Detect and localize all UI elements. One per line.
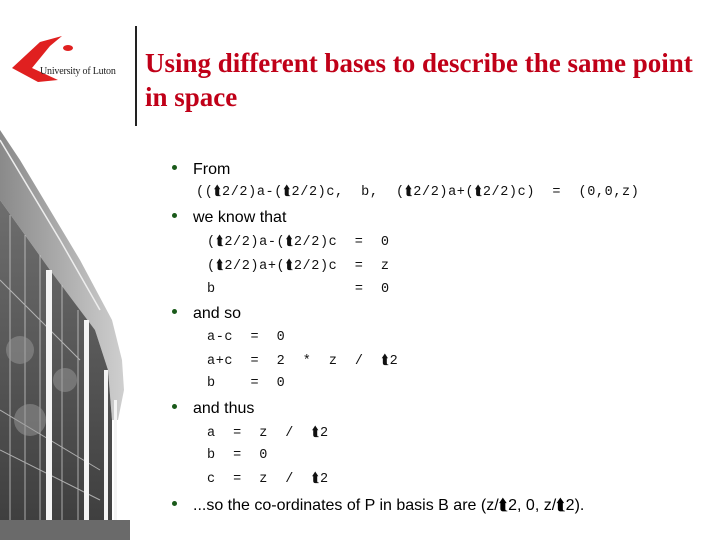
- bullet-icon: [172, 404, 177, 410]
- bullet-text: ...so the co-ordinates of P in basis B a…: [193, 497, 585, 514]
- bullet-item: From: [172, 161, 230, 179]
- equation-line: (⮬2/2)a-(⮬2/2)c = 0: [207, 235, 390, 250]
- bullet-item: ...so the co-ordinates of P in basis B a…: [172, 497, 584, 515]
- bullet-item: we know that: [172, 209, 286, 227]
- bullet-text: we know that: [193, 209, 287, 226]
- equation-line: a+c = 2 * z / ⮬2: [207, 354, 399, 369]
- bullet-text: and so: [193, 305, 242, 322]
- slide-content: From ((⮬2/2)a-(⮬2/2)c, b, (⮬2/2)a+(⮬2/2)…: [0, 0, 720, 540]
- equation-line: a = z / ⮬2: [207, 426, 329, 441]
- equation-line: ((⮬2/2)a-(⮬2/2)c, b, (⮬2/2)a+(⮬2/2)c) = …: [196, 185, 640, 200]
- equation-line: a-c = 0: [207, 330, 286, 345]
- bullet-icon: [172, 165, 177, 171]
- equation-line: b = 0: [207, 376, 286, 391]
- equation-line: b = 0: [207, 282, 390, 297]
- bullet-icon: [172, 309, 177, 315]
- bullet-text: and thus: [193, 400, 255, 417]
- equation-line: b = 0: [207, 448, 268, 463]
- equation-line: c = z / ⮬2: [207, 472, 329, 487]
- bullet-icon: [172, 501, 177, 507]
- bullet-item: and thus: [172, 400, 254, 418]
- bullet-item: and so: [172, 305, 241, 323]
- equation-line: (⮬2/2)a+(⮬2/2)c = z: [207, 259, 390, 274]
- bullet-text: From: [193, 161, 231, 178]
- bullet-icon: [172, 213, 177, 219]
